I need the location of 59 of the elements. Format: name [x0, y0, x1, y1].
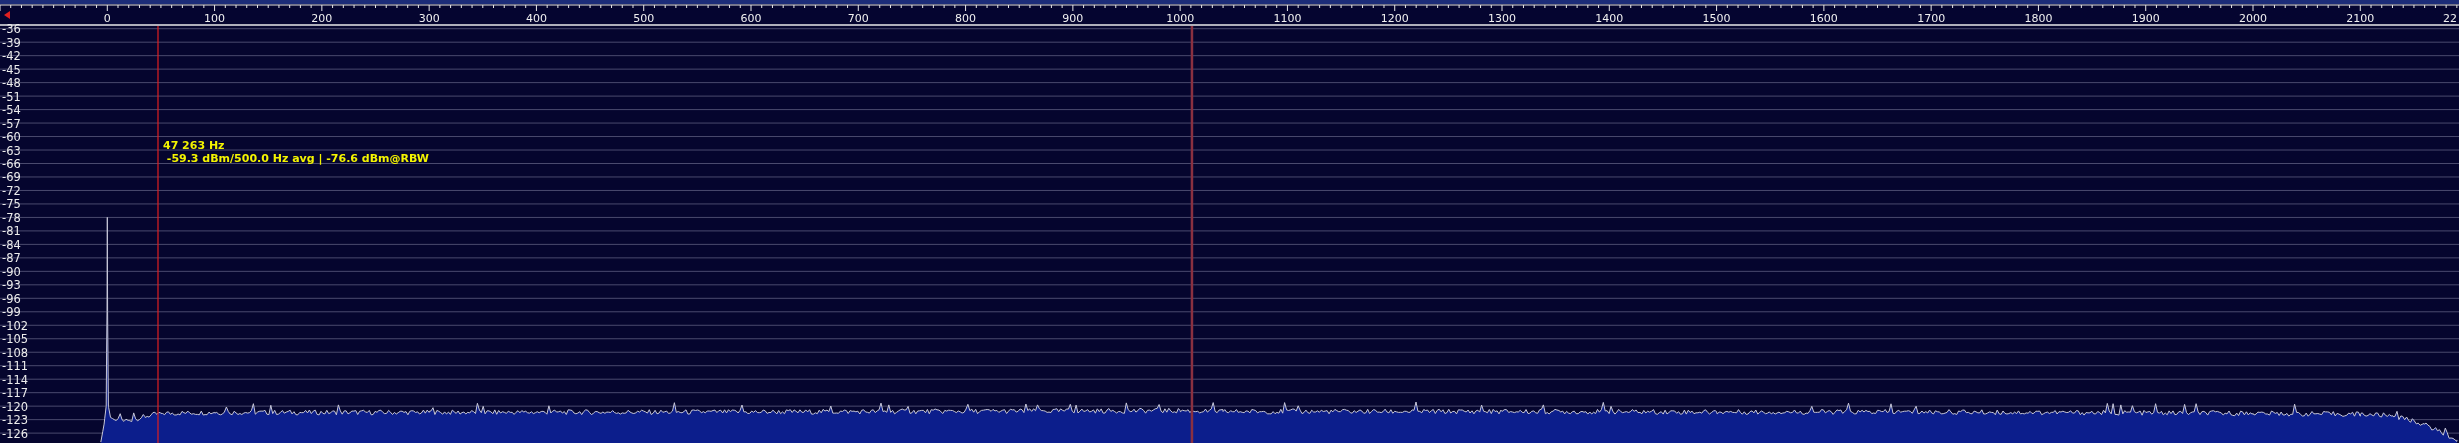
- x-tick-label: 700: [847, 12, 869, 25]
- x-tick-label: 22: [2443, 12, 2457, 25]
- y-tick-label: -75: [2, 197, 21, 212]
- y-tick-label: -123: [2, 413, 29, 428]
- y-tick-label: -72: [2, 183, 21, 198]
- x-tick-label: 1500: [1702, 12, 1731, 25]
- marker-line[interactable]: [1190, 26, 1194, 443]
- y-tick-label: -102: [2, 318, 29, 333]
- x-tick-label: 800: [955, 12, 977, 25]
- x-tick-label: 500: [633, 12, 655, 25]
- y-tick-label: -84: [2, 237, 21, 252]
- y-tick-label: -78: [2, 210, 21, 225]
- x-tick-label: 0: [103, 12, 111, 25]
- y-tick-label: -117: [2, 386, 29, 401]
- y-tick-label: -87: [2, 251, 21, 266]
- x-tick-label: 2100: [2346, 12, 2375, 25]
- x-tick-label: 1800: [2024, 12, 2053, 25]
- x-tick-label: 2000: [2239, 12, 2267, 25]
- marker-readout: -59.3 dBm/500.0 Hz avg | -76.6 dBm@RBW: [166, 152, 429, 165]
- y-tick-label: -99: [2, 305, 21, 320]
- marker-readout: 47 263 Hz: [163, 139, 225, 152]
- y-tick-label: -39: [2, 35, 21, 50]
- x-tick-label: 1300: [1488, 12, 1516, 25]
- y-tick-label: -66: [2, 157, 21, 171]
- y-tick-label: -51: [2, 89, 21, 104]
- x-tick-label: 1900: [2131, 12, 2160, 25]
- x-tick-label: 1400: [1595, 12, 1624, 25]
- x-tick-label: 300: [418, 12, 440, 25]
- x-tick-label: 1100: [1273, 12, 1302, 25]
- y-tick-label: -57: [2, 116, 21, 131]
- y-tick-label: -120: [2, 399, 29, 414]
- left-arrow-icon[interactable]: [4, 11, 10, 19]
- y-tick-label: -81: [2, 224, 21, 239]
- x-tick-label: 900: [1062, 12, 1084, 25]
- x-tick-label: 1000: [1166, 12, 1195, 25]
- y-tick-label: -90: [2, 264, 21, 279]
- y-tick-label: -105: [2, 332, 29, 347]
- y-tick-label: -69: [2, 170, 21, 185]
- y-tick-label: -54: [2, 103, 21, 118]
- x-tick-label: 200: [311, 12, 333, 25]
- marker-line[interactable]: [157, 25, 159, 443]
- y-tick-label: -63: [2, 143, 21, 158]
- y-tick-label: -42: [2, 49, 21, 64]
- y-tick-label: -108: [2, 345, 29, 360]
- y-tick-label: -114: [2, 372, 29, 387]
- x-tick-label: 1600: [1809, 12, 1838, 25]
- x-tick-label: 600: [740, 12, 762, 25]
- y-tick-label: -126: [2, 426, 29, 441]
- y-tick-label: -36: [2, 22, 21, 37]
- y-tick-label: -48: [2, 76, 21, 91]
- x-tick-label: 400: [525, 12, 547, 25]
- y-tick-label: -45: [2, 62, 21, 77]
- y-tick-label: -60: [2, 130, 21, 145]
- y-tick-label: -111: [2, 359, 29, 374]
- y-tick-label: -96: [2, 291, 21, 306]
- x-tick-label: 1200: [1380, 12, 1409, 25]
- x-tick-label: 1700: [1917, 12, 1946, 25]
- y-tick-label: -93: [2, 278, 21, 293]
- x-tick-label: 100: [204, 12, 226, 25]
